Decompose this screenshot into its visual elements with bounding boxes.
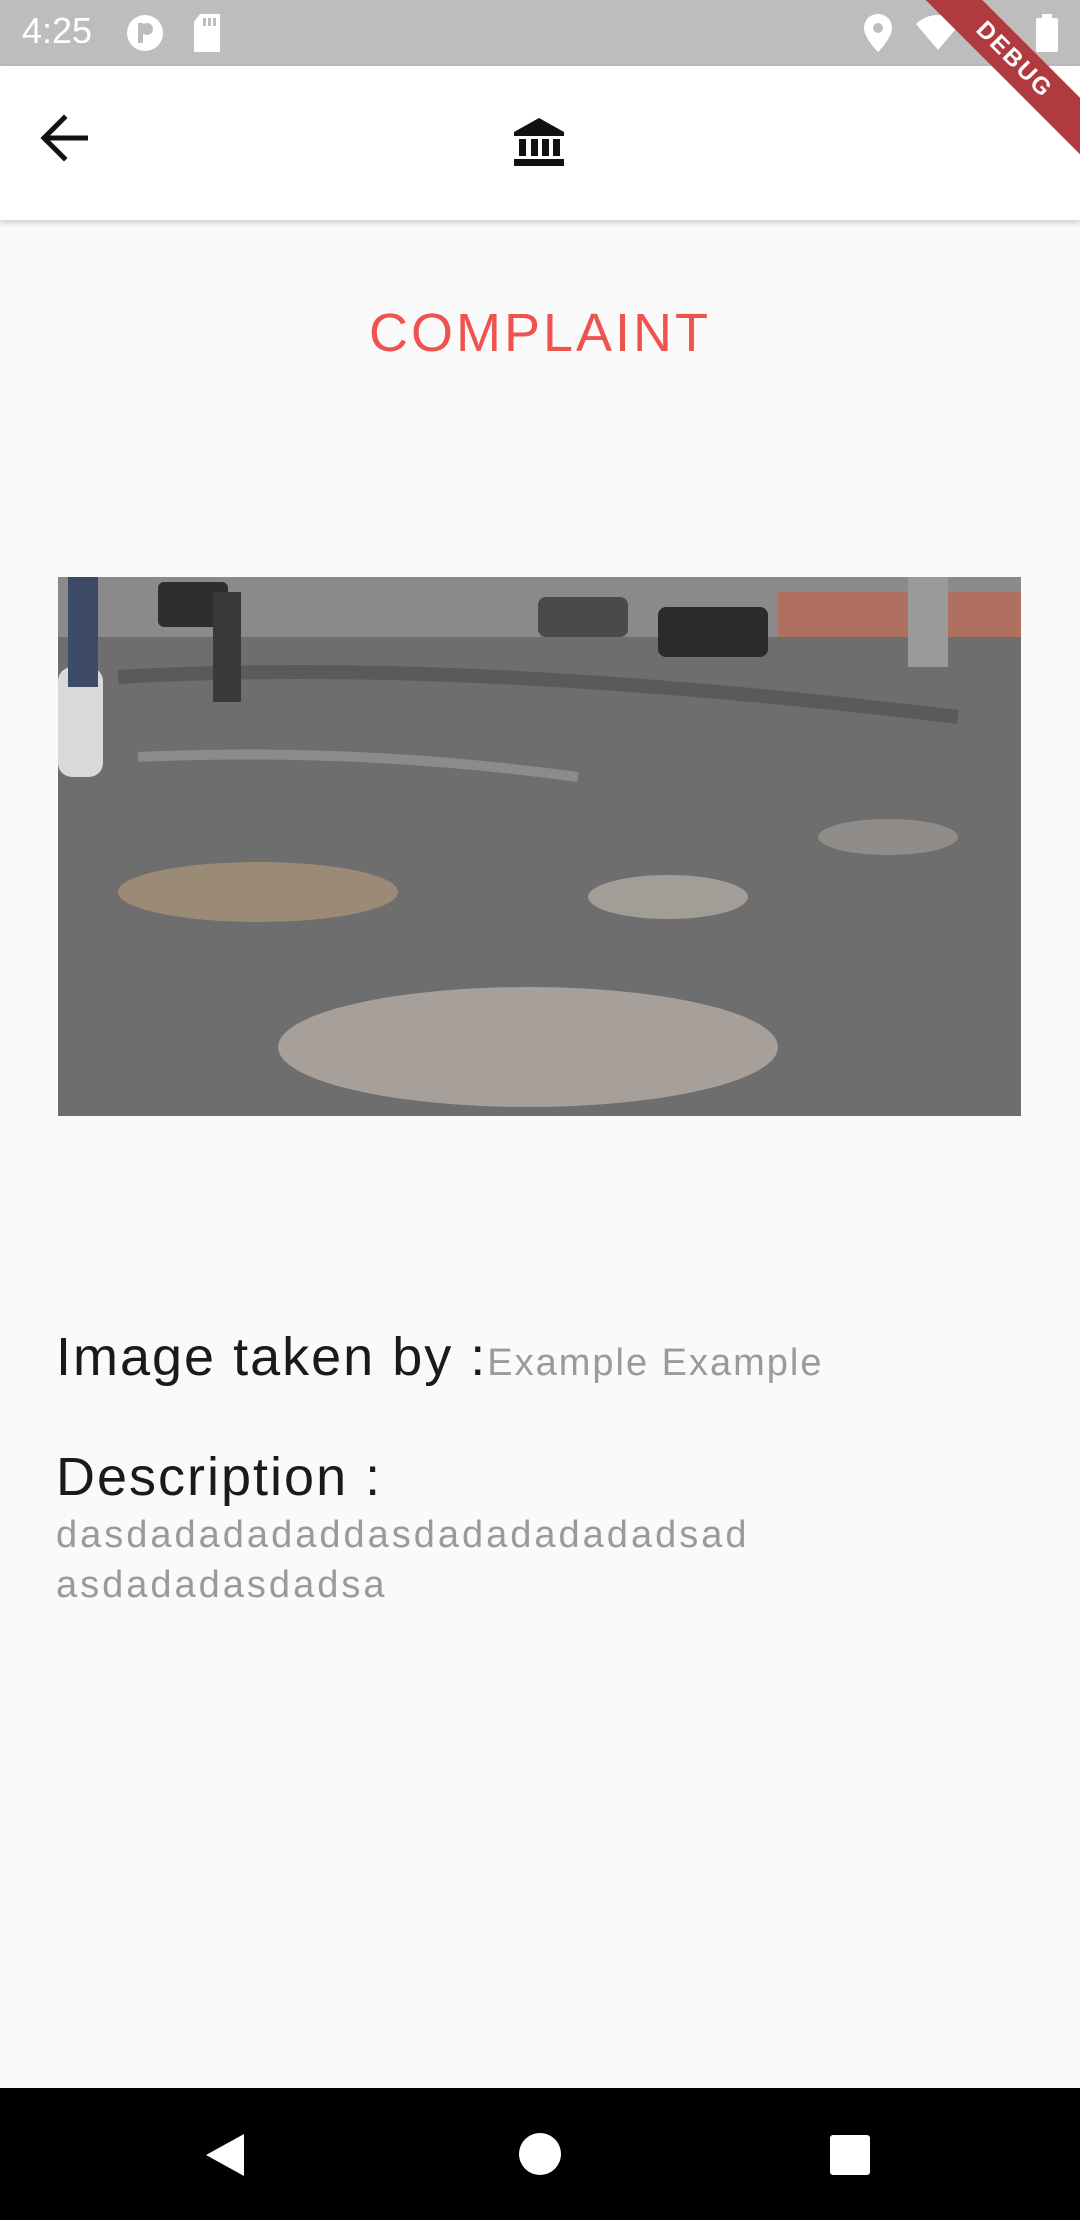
system-nav-bar [0, 2088, 1080, 2220]
complaint-photo [58, 577, 1021, 1116]
status-bar: 4:25 [0, 0, 1080, 66]
battery-icon [1036, 14, 1058, 57]
image-taken-by-row: Image taken by :Example Example [56, 1326, 1036, 1388]
app-bar [0, 66, 1080, 220]
bank-icon [512, 116, 566, 173]
taken-by-value: Example Example [487, 1342, 824, 1384]
description-label: Description : [56, 1447, 383, 1507]
location-icon [864, 14, 892, 57]
back-triangle-icon[interactable] [204, 2132, 246, 2183]
page-title: COMPLAINT [368, 303, 712, 363]
sd-card-icon [192, 14, 222, 57]
circle-p-icon [126, 14, 164, 57]
status-time: 4:25 [22, 10, 93, 51]
arrow-left-icon [40, 114, 88, 162]
recents-square-icon[interactable] [829, 2134, 871, 2181]
description-value: dasdadadadaddasdadadadadadsadasdadadasda… [56, 1514, 750, 1606]
back-button[interactable] [40, 114, 116, 174]
home-circle-icon[interactable] [518, 2132, 562, 2181]
taken-by-label: Image taken by : [56, 1327, 488, 1387]
